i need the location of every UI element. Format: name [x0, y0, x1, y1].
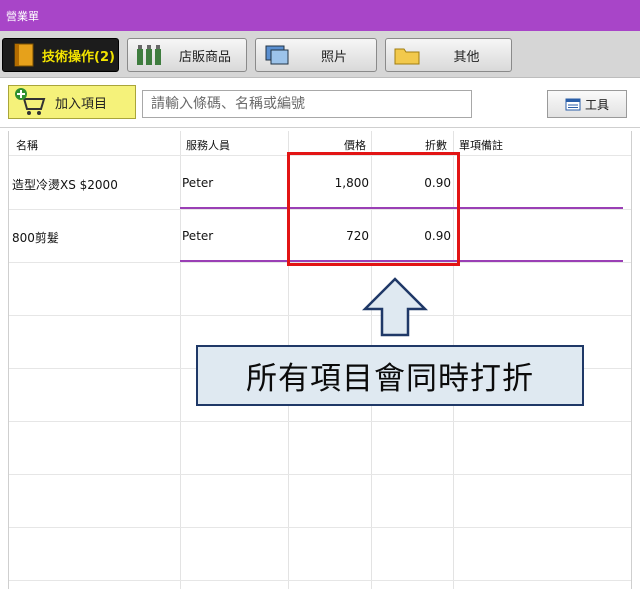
column-header-staff[interactable]: 服務人員 [186, 137, 230, 153]
item-staff: Peter [182, 229, 214, 243]
tab-label: 照片 [320, 49, 347, 65]
tab-retail-products[interactable]: 店販商品 [127, 38, 247, 72]
category-tab-bar: 技術操作(2) 店販商品 照片 其他 [0, 31, 640, 78]
book-icon [9, 42, 39, 68]
annotation-callout: 所有項目會同時打折 [196, 345, 584, 406]
tab-label: 其他 [453, 49, 480, 65]
tab-other[interactable]: 其他 [385, 38, 512, 72]
add-to-cart-icon [15, 88, 46, 115]
search-input[interactable] [142, 90, 472, 118]
window-icon [565, 98, 581, 110]
row-divider [9, 580, 631, 581]
column-header-discount[interactable]: 折數 [377, 137, 447, 153]
column-header-name[interactable]: 名稱 [16, 137, 38, 153]
highlight-box [287, 152, 460, 266]
title-bar: 營業單 [0, 0, 640, 31]
photo-icon [262, 42, 292, 68]
folder-icon [392, 42, 422, 68]
column-divider [180, 131, 181, 589]
window-title: 營業單 [6, 10, 39, 23]
row-divider [9, 474, 631, 475]
tools-button[interactable]: 工具 [547, 90, 627, 118]
row-divider [9, 421, 631, 422]
tab-label: 店販商品 [178, 49, 231, 65]
up-arrow-icon [362, 277, 428, 337]
item-staff: Peter [182, 176, 214, 190]
toolbar: 加入項目 工具 [0, 78, 640, 128]
column-header-price[interactable]: 價格 [294, 137, 366, 153]
row-divider [9, 315, 631, 316]
tab-photos[interactable]: 照片 [255, 38, 377, 72]
column-header-note[interactable]: 單項備註 [459, 137, 503, 153]
tab-technical-operations[interactable]: 技術操作(2) [2, 38, 119, 72]
add-item-button[interactable]: 加入項目 [8, 85, 136, 119]
add-item-label: 加入項目 [55, 96, 108, 112]
row-divider [9, 527, 631, 528]
tools-label: 工具 [584, 97, 609, 112]
item-name: 800剪髮 [12, 231, 59, 245]
item-name: 造型冷燙XS $2000 [12, 178, 118, 192]
bottles-icon [134, 42, 164, 68]
tab-label: 技術操作(2) [42, 49, 115, 65]
